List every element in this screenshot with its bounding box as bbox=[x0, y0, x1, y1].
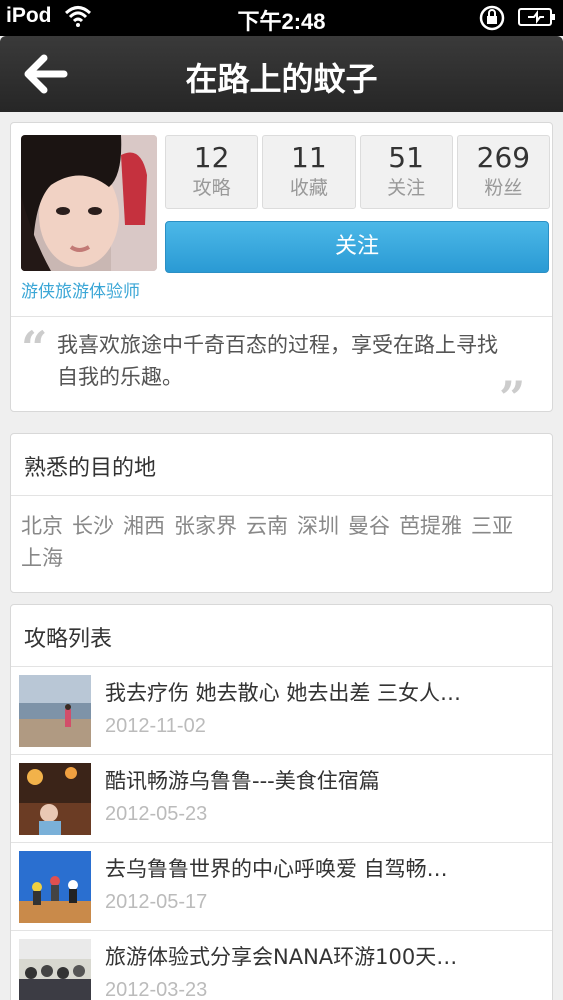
section-title: 熟悉的目的地 bbox=[24, 456, 157, 481]
list-item[interactable]: 我去疗伤 她去散心 她去出差 三女人… 2012-11-02 bbox=[11, 666, 552, 754]
destination-tag[interactable]: 长沙 bbox=[72, 514, 114, 538]
stat-label: 收藏 bbox=[289, 177, 328, 199]
guide-title: 旅游体验式分享会NANA环游100天… bbox=[105, 945, 458, 969]
stat-value: 51 bbox=[388, 141, 424, 174]
guides-card: 攻略列表 我去疗伤 她去散心 她去出差 三女人… 2012-11-02 酷讯畅游… bbox=[10, 604, 553, 1000]
stat-label: 关注 bbox=[387, 177, 426, 199]
stat-label: 攻略 bbox=[192, 177, 231, 199]
destination-tag[interactable]: 北京 bbox=[21, 514, 63, 538]
list-item[interactable]: 去乌鲁鲁世界的中心呼唤爱 自驾畅… 2012-05-17 bbox=[11, 842, 552, 930]
destination-tag[interactable]: 芭提雅 bbox=[399, 514, 462, 538]
guide-date: 2012-11-02 bbox=[105, 715, 206, 737]
divider bbox=[11, 495, 552, 496]
destination-tag[interactable]: 上海 bbox=[21, 546, 63, 570]
stat-value: 11 bbox=[291, 141, 327, 174]
stats-bar: 12 攻略 11 收藏 51 关注 269 粉丝 bbox=[165, 135, 550, 209]
stat-value: 269 bbox=[476, 141, 531, 174]
guide-date: 2012-03-23 bbox=[105, 979, 208, 1000]
stat-label: 粉丝 bbox=[484, 177, 523, 199]
page-title: 在路上的蚊子 bbox=[185, 60, 378, 98]
stat-guides[interactable]: 12 攻略 bbox=[165, 135, 259, 209]
destination-tags: 北京 长沙 湘西 张家界 云南 深圳 曼谷 芭提雅 三亚上海 bbox=[21, 510, 541, 574]
guide-title: 酷讯畅游乌鲁鲁---美食住宿篇 bbox=[105, 769, 380, 793]
status-bar: iPod 下午2:48 bbox=[0, 0, 563, 36]
destination-tag[interactable]: 张家界 bbox=[174, 514, 237, 538]
guide-thumbnail bbox=[19, 939, 91, 1000]
stat-value: 12 bbox=[193, 141, 230, 174]
guide-thumbnail bbox=[19, 675, 91, 747]
close-quote-icon: ” bbox=[499, 371, 526, 425]
stat-followers[interactable]: 269 粉丝 bbox=[456, 135, 550, 209]
destination-tag[interactable]: 湘西 bbox=[123, 514, 165, 538]
user-bio: 我喜欢旅途中千奇百态的过程，享受在路上寻找自我的乐趣。 bbox=[57, 333, 498, 389]
guide-thumbnail bbox=[19, 763, 91, 835]
avatar[interactable] bbox=[21, 135, 157, 271]
profile-card: 游侠旅游体验师 12 攻略 11 收藏 51 关注 269 粉丝 关注 “ 我喜… bbox=[10, 122, 553, 425]
guide-title: 去乌鲁鲁世界的中心呼唤爱 自驾畅… bbox=[105, 857, 448, 881]
section-title: 攻略列表 bbox=[24, 627, 113, 652]
destination-tag[interactable]: 云南 bbox=[246, 514, 288, 538]
destinations-card: 熟悉的目的地 北京 长沙 湘西 张家界 云南 深圳 曼谷 芭提雅 三亚上海 bbox=[10, 433, 553, 593]
battery-icon bbox=[518, 7, 556, 31]
follow-button[interactable]: 关注 bbox=[165, 221, 549, 273]
stat-following[interactable]: 51 关注 bbox=[359, 135, 453, 209]
destination-tag[interactable]: 曼谷 bbox=[348, 514, 390, 538]
navigation-bar: 在路上的蚊子 bbox=[0, 36, 563, 112]
list-item[interactable]: 酷讯畅游乌鲁鲁---美食住宿篇 2012-05-23 bbox=[11, 754, 552, 842]
destination-tag[interactable]: 深圳 bbox=[297, 514, 339, 538]
stat-favorites[interactable]: 11 收藏 bbox=[262, 135, 356, 209]
guide-title: 我去疗伤 她去散心 她去出差 三女人… bbox=[105, 681, 462, 705]
guide-date: 2012-05-23 bbox=[105, 803, 208, 825]
rotation-lock-icon bbox=[478, 4, 506, 36]
guide-thumbnail bbox=[19, 851, 91, 923]
list-item[interactable]: 旅游体验式分享会NANA环游100天… 2012-03-23 bbox=[11, 930, 552, 1000]
divider bbox=[11, 316, 552, 317]
destination-tag[interactable]: 三亚 bbox=[471, 514, 513, 538]
open-quote-icon: “ bbox=[21, 321, 48, 375]
guide-date: 2012-05-17 bbox=[105, 891, 208, 913]
user-role-label[interactable]: 游侠旅游体验师 bbox=[21, 277, 161, 302]
